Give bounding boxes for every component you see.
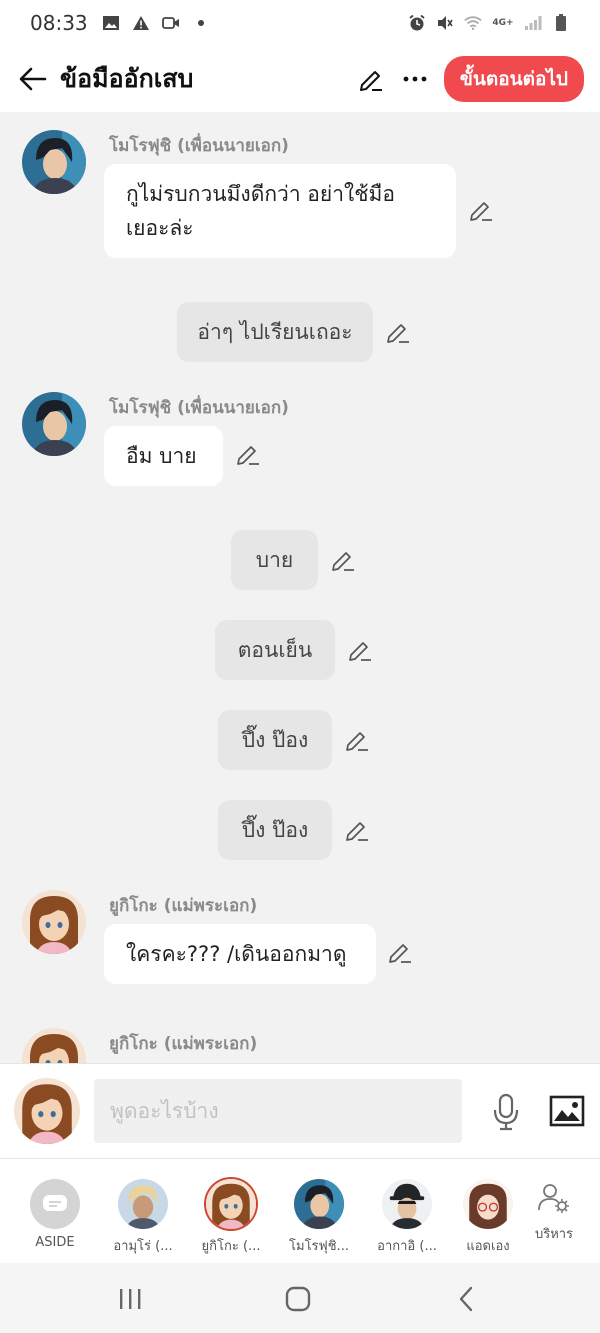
next-step-button[interactable]: ขั้นตอนต่อไป: [443, 56, 584, 102]
recent-apps-icon: [120, 1289, 141, 1309]
pencil-icon: [332, 552, 354, 571]
cast-label: โมโรฟุชิ...: [289, 1239, 349, 1254]
avatar-yukiko: [22, 890, 86, 954]
narration-bubble[interactable]: ปึ๊ง ป๊อง: [218, 710, 332, 770]
message-bubble[interactable]: ใครคะ??? /เดินออกมาดู: [104, 924, 376, 984]
avatar-yukiko: [22, 1028, 86, 1063]
edit-message-button[interactable]: [346, 636, 374, 664]
back-button[interactable]: [16, 62, 50, 96]
network-type-label: 4G+: [492, 18, 514, 28]
sender-name: ยูกิโกะ (แม่พระเอก): [109, 896, 258, 916]
microphone-icon: [493, 1093, 519, 1131]
editor-header: ข้อมืออักเสบ ขั้นตอนต่อไป: [0, 46, 600, 112]
sender-name: โมโรฟุชิ (เพื่อนนายเอก): [109, 136, 289, 156]
alarm-icon: [408, 14, 426, 32]
cast-label: ยูกิโกะ (...: [201, 1239, 261, 1254]
person-settings-icon: [534, 1179, 574, 1217]
battery-icon: [552, 14, 570, 32]
edit-message-button[interactable]: [467, 196, 495, 224]
narration-bubble[interactable]: อ่าๆ ไปเรียนเถอะ: [177, 302, 373, 362]
story-title: ข้อมืออักเสบ: [60, 64, 194, 93]
message-line: เยอะล่ะ: [126, 216, 194, 240]
narration-bubble[interactable]: ตอนเย็น: [215, 620, 335, 680]
cast-amuro[interactable]: อามุโร่ (...: [101, 1179, 185, 1256]
edit-message-button[interactable]: [329, 546, 357, 574]
voice-input-button[interactable]: [488, 1092, 524, 1132]
avatar-morofushi: [22, 130, 86, 194]
chevron-left-icon: [459, 1286, 473, 1312]
message-line: กูไม่รบกวนมึงดีกว่า อย่าใช้มือ: [126, 182, 395, 206]
wifi-icon: [464, 14, 482, 32]
edit-message-button[interactable]: [343, 816, 371, 844]
home-button[interactable]: [278, 1283, 318, 1315]
warning-icon: [132, 14, 150, 32]
home-icon: [285, 1286, 311, 1312]
aside-avatar: [30, 1179, 80, 1229]
cast-label: ASIDE: [35, 1235, 75, 1250]
sender-name: โมโรฟุชิ (เพื่อนนายเอก): [109, 398, 289, 418]
cast-label: บริหาร: [534, 1227, 574, 1242]
gallery-notification-icon: [102, 14, 120, 32]
status-system-icons: 4G+: [408, 14, 570, 32]
pencil-icon: [349, 642, 371, 661]
arrow-left-icon: [19, 67, 47, 91]
edit-message-button[interactable]: [234, 440, 262, 468]
message-line: ใครคะ??? /เดินออกมาดู: [126, 942, 347, 966]
edit-message-button[interactable]: [384, 318, 412, 346]
narration-bubble[interactable]: บาย: [231, 530, 318, 590]
system-navigation-bar: [0, 1263, 600, 1333]
avatar-admin: [463, 1179, 513, 1229]
message-bubble[interactable]: กูไม่รบกวนมึงดีกว่า อย่าใช้มือ เยอะล่ะ: [104, 164, 456, 258]
cast-aside[interactable]: ASIDE: [13, 1179, 97, 1250]
back-nav-button[interactable]: [446, 1283, 486, 1315]
pencil-icon: [346, 732, 368, 751]
message-input[interactable]: [94, 1079, 462, 1143]
character-selector: ASIDE อามุโร่ (... ยูกิโกะ (... โมโรฟุชิ…: [0, 1159, 600, 1263]
sender-name: ยูกิโกะ (แม่พระเอก): [109, 1034, 258, 1054]
status-bar: 08:33 4G+: [0, 0, 600, 46]
narration-bubble[interactable]: ปึ๊ง ป๊อง: [218, 800, 332, 860]
more-options-button[interactable]: [400, 64, 430, 94]
dot-icon: [192, 14, 210, 32]
cast-label: อากาอิ (...: [377, 1239, 437, 1254]
pencil-icon: [470, 202, 492, 221]
mute-icon: [436, 14, 454, 32]
image-icon: [549, 1095, 585, 1127]
edit-title-button[interactable]: [356, 64, 386, 94]
manage-characters-button[interactable]: บริหาร: [512, 1179, 596, 1244]
pencil-icon: [359, 71, 382, 91]
avatar-akai: [382, 1179, 432, 1229]
avatar-amuro: [118, 1179, 168, 1229]
avatar-morofushi: [294, 1179, 344, 1229]
cast-label: อามุโร่ (...: [113, 1239, 173, 1254]
more-dots-icon: [403, 76, 427, 82]
avatar-yukiko: [206, 1179, 256, 1229]
chat-area[interactable]: โมโรฟุชิ (เพื่อนนายเอก) กูไม่รบกวนมึงดีก…: [0, 112, 600, 1063]
mobile-data-icon: 4G+: [492, 14, 514, 32]
message-line: อืม บาย: [126, 444, 197, 468]
status-notification-icons: [102, 14, 210, 32]
cast-akai[interactable]: อากาอิ (...: [365, 1179, 449, 1256]
edit-message-button[interactable]: [386, 938, 414, 966]
pencil-icon: [387, 324, 409, 343]
edit-message-button[interactable]: [343, 726, 371, 754]
pencil-icon: [389, 944, 411, 963]
pencil-icon: [346, 822, 368, 841]
recent-apps-button[interactable]: [110, 1283, 150, 1315]
avatar-morofushi: [22, 392, 86, 456]
add-image-button[interactable]: [548, 1094, 586, 1128]
cast-morofushi[interactable]: โมโรฟุชิ...: [277, 1179, 361, 1256]
cast-yukiko[interactable]: ยูกิโกะ (...: [189, 1179, 273, 1256]
cast-label: แอดเอง: [466, 1239, 510, 1254]
status-time: 08:33: [30, 11, 88, 35]
message-composer: [0, 1063, 600, 1159]
video-call-icon: [161, 14, 180, 32]
aside-chat-icon: [43, 1195, 67, 1211]
pencil-icon: [237, 446, 259, 465]
current-speaker-avatar[interactable]: [14, 1078, 80, 1144]
signal-icon: [524, 14, 542, 32]
message-bubble[interactable]: อืม บาย: [104, 426, 223, 486]
